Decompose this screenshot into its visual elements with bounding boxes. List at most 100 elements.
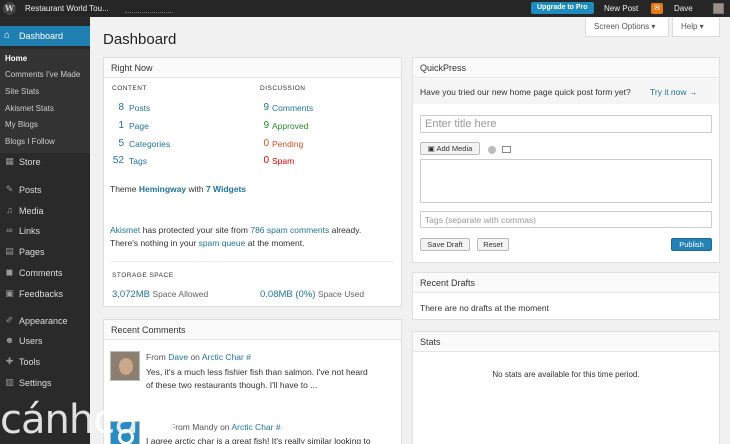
posts-count[interactable]: 8 bbox=[110, 102, 124, 113]
brush-icon: ✐ bbox=[5, 315, 14, 325]
sidebar-item-links[interactable]: ∞ Links bbox=[0, 224, 90, 240]
content-textarea[interactable] bbox=[420, 159, 712, 203]
sidebar-item-users[interactable]: ☻ Users bbox=[0, 334, 90, 350]
admin-bar: W Restaurant World Tou... Upgrade to Pro… bbox=[0, 0, 730, 17]
avatar bbox=[110, 351, 140, 381]
theme-name-link[interactable]: Hemingway bbox=[139, 184, 186, 194]
publish-button[interactable]: Publish bbox=[671, 238, 712, 251]
submenu-my-blogs[interactable]: My Blogs bbox=[5, 120, 38, 129]
akismet-notice: Akismet has protected your site from 786… bbox=[110, 225, 362, 248]
submenu-comments-made[interactable]: Comments I've Made bbox=[5, 70, 80, 79]
categories-link[interactable]: Categories bbox=[129, 139, 170, 149]
sidebar-item-dashboard[interactable]: ⌂ Dashboard bbox=[0, 26, 90, 46]
spam-queue-link[interactable]: spam queue bbox=[199, 238, 246, 248]
avatar[interactable] bbox=[713, 3, 724, 14]
save-draft-button[interactable]: Save Draft bbox=[420, 238, 470, 251]
submenu-site-stats[interactable]: Site Stats bbox=[5, 87, 39, 96]
pin-icon: ✎ bbox=[5, 184, 14, 194]
pages-link[interactable]: Page bbox=[129, 121, 149, 131]
tags-link[interactable]: Tags bbox=[129, 156, 147, 166]
pending-link[interactable]: Pending bbox=[272, 139, 303, 149]
sidebar-item-comments[interactable]: ◼ Comments bbox=[0, 266, 90, 282]
discussion-heading: DISCUSSION bbox=[260, 85, 306, 92]
comment-post-link[interactable]: Arctic Char # bbox=[231, 422, 280, 432]
admin-sidebar: ⌂ Dashboard Home Comments I've Made Site… bbox=[0, 17, 90, 444]
settings-icon: ▥ bbox=[5, 377, 14, 387]
reset-button[interactable]: Reset bbox=[477, 238, 509, 251]
submenu-blogs-follow[interactable]: Blogs I Follow bbox=[5, 137, 55, 146]
space-allowed: 3,072MB Space Allowed bbox=[112, 289, 209, 300]
comment-meta: From Dave on Arctic Char # bbox=[146, 352, 251, 362]
comment-icon: ◼ bbox=[5, 267, 14, 277]
spam-comments-link[interactable]: 786 spam comments bbox=[250, 225, 329, 235]
comments-count[interactable]: 9 bbox=[255, 102, 269, 113]
comment-post-link[interactable]: Arctic Char # bbox=[202, 352, 251, 362]
submenu-home[interactable]: Home bbox=[5, 54, 27, 63]
comment-author-link[interactable]: Dave bbox=[168, 352, 188, 362]
pages-count[interactable]: 1 bbox=[110, 120, 124, 131]
stats-widget: Stats No stats are available for this ti… bbox=[412, 331, 720, 444]
hidden-site-url bbox=[125, 8, 173, 13]
store-icon: ▦ bbox=[5, 156, 14, 166]
spam-link[interactable]: Spam bbox=[272, 156, 294, 166]
media-icon: ▣ bbox=[427, 144, 435, 153]
pending-count[interactable]: 0 bbox=[255, 138, 269, 149]
notifications-icon[interactable]: ✉ bbox=[651, 3, 663, 14]
widget-title[interactable]: Stats bbox=[413, 332, 719, 352]
approved-link[interactable]: Approved bbox=[272, 121, 308, 131]
sidebar-item-posts[interactable]: ✎ Posts bbox=[0, 183, 90, 199]
link-icon: ∞ bbox=[6, 225, 13, 235]
comment-meta: From Mandy on Arctic Char # bbox=[170, 422, 281, 432]
watermark-logo: cánhcam bbox=[0, 397, 177, 443]
recent-drafts-widget: Recent Drafts There are no drafts at the… bbox=[412, 272, 720, 320]
storage-heading: STORAGE SPACE bbox=[112, 272, 174, 279]
upgrade-button[interactable]: Upgrade to Pro bbox=[531, 2, 594, 14]
categories-count[interactable]: 5 bbox=[110, 138, 124, 149]
try-it-link[interactable]: Try it now → bbox=[650, 87, 697, 97]
comment-excerpt: Yes, it's a much less fishier fish than … bbox=[146, 367, 368, 390]
wordpress-logo-icon[interactable]: W bbox=[3, 2, 16, 15]
sidebar-item-tools[interactable]: ✚ Tools bbox=[0, 355, 90, 371]
quickpress-widget: QuickPress Have you tried our new home p… bbox=[412, 57, 720, 263]
akismet-link[interactable]: Akismet bbox=[110, 225, 140, 235]
sidebar-item-appearance[interactable]: ✐ Appearance bbox=[0, 314, 90, 330]
add-media-button[interactable]: ▣ Add Media bbox=[420, 142, 480, 155]
spam-count[interactable]: 0 bbox=[255, 155, 269, 166]
widgets-link[interactable]: 7 Widgets bbox=[206, 184, 246, 194]
posts-link[interactable]: Posts bbox=[129, 103, 150, 113]
tags-input[interactable]: Tags (separate with commas) bbox=[420, 211, 712, 228]
submenu-akismet-stats[interactable]: Akismet Stats bbox=[5, 104, 54, 113]
site-title-link[interactable]: Restaurant World Tou... bbox=[25, 4, 109, 13]
sidebar-item-settings[interactable]: ▥ Settings bbox=[0, 376, 90, 392]
quickpress-notice: Have you tried our new home page quick p… bbox=[413, 79, 719, 104]
wrench-icon: ✚ bbox=[5, 356, 14, 366]
approved-count[interactable]: 9 bbox=[255, 120, 269, 131]
widget-title[interactable]: QuickPress bbox=[413, 58, 719, 78]
video-icon[interactable] bbox=[502, 146, 511, 153]
user-menu[interactable]: Dave bbox=[674, 4, 693, 13]
divider bbox=[110, 261, 395, 262]
title-input[interactable]: Enter title here bbox=[420, 115, 712, 133]
widget-title[interactable]: Recent Comments bbox=[104, 320, 401, 340]
content-heading: CONTENT bbox=[112, 85, 147, 92]
tags-count[interactable]: 52 bbox=[110, 155, 124, 166]
sidebar-item-media[interactable]: ♫ Media bbox=[0, 204, 90, 220]
feedback-icon: ▣ bbox=[5, 288, 14, 298]
screen-options-button[interactable]: Screen Options ▾ bbox=[585, 18, 669, 37]
sidebar-item-store[interactable]: ▦ Store bbox=[0, 155, 90, 171]
widget-title[interactable]: Right Now bbox=[104, 58, 401, 78]
empty-stats-message: No stats are available for this time per… bbox=[492, 370, 640, 379]
users-icon: ☻ bbox=[4, 335, 15, 345]
empty-drafts-message: There are no drafts at the moment bbox=[420, 303, 549, 313]
comments-link[interactable]: Comments bbox=[272, 103, 313, 113]
media-icon: ♫ bbox=[6, 205, 13, 215]
sidebar-item-pages[interactable]: ▤ Pages bbox=[0, 245, 90, 261]
space-used: 0.08MB (0%) Space Used bbox=[260, 289, 365, 300]
home-icon: ⌂ bbox=[4, 30, 11, 41]
new-post-link[interactable]: New Post bbox=[604, 4, 638, 13]
sidebar-item-feedbacks[interactable]: ▣ Feedbacks bbox=[0, 287, 90, 303]
help-button[interactable]: Help ▾ bbox=[672, 18, 720, 37]
right-now-widget: Right Now CONTENT DISCUSSION 8 Posts 1 P… bbox=[103, 57, 402, 307]
audio-icon[interactable] bbox=[488, 146, 496, 154]
widget-title[interactable]: Recent Drafts bbox=[413, 273, 719, 293]
